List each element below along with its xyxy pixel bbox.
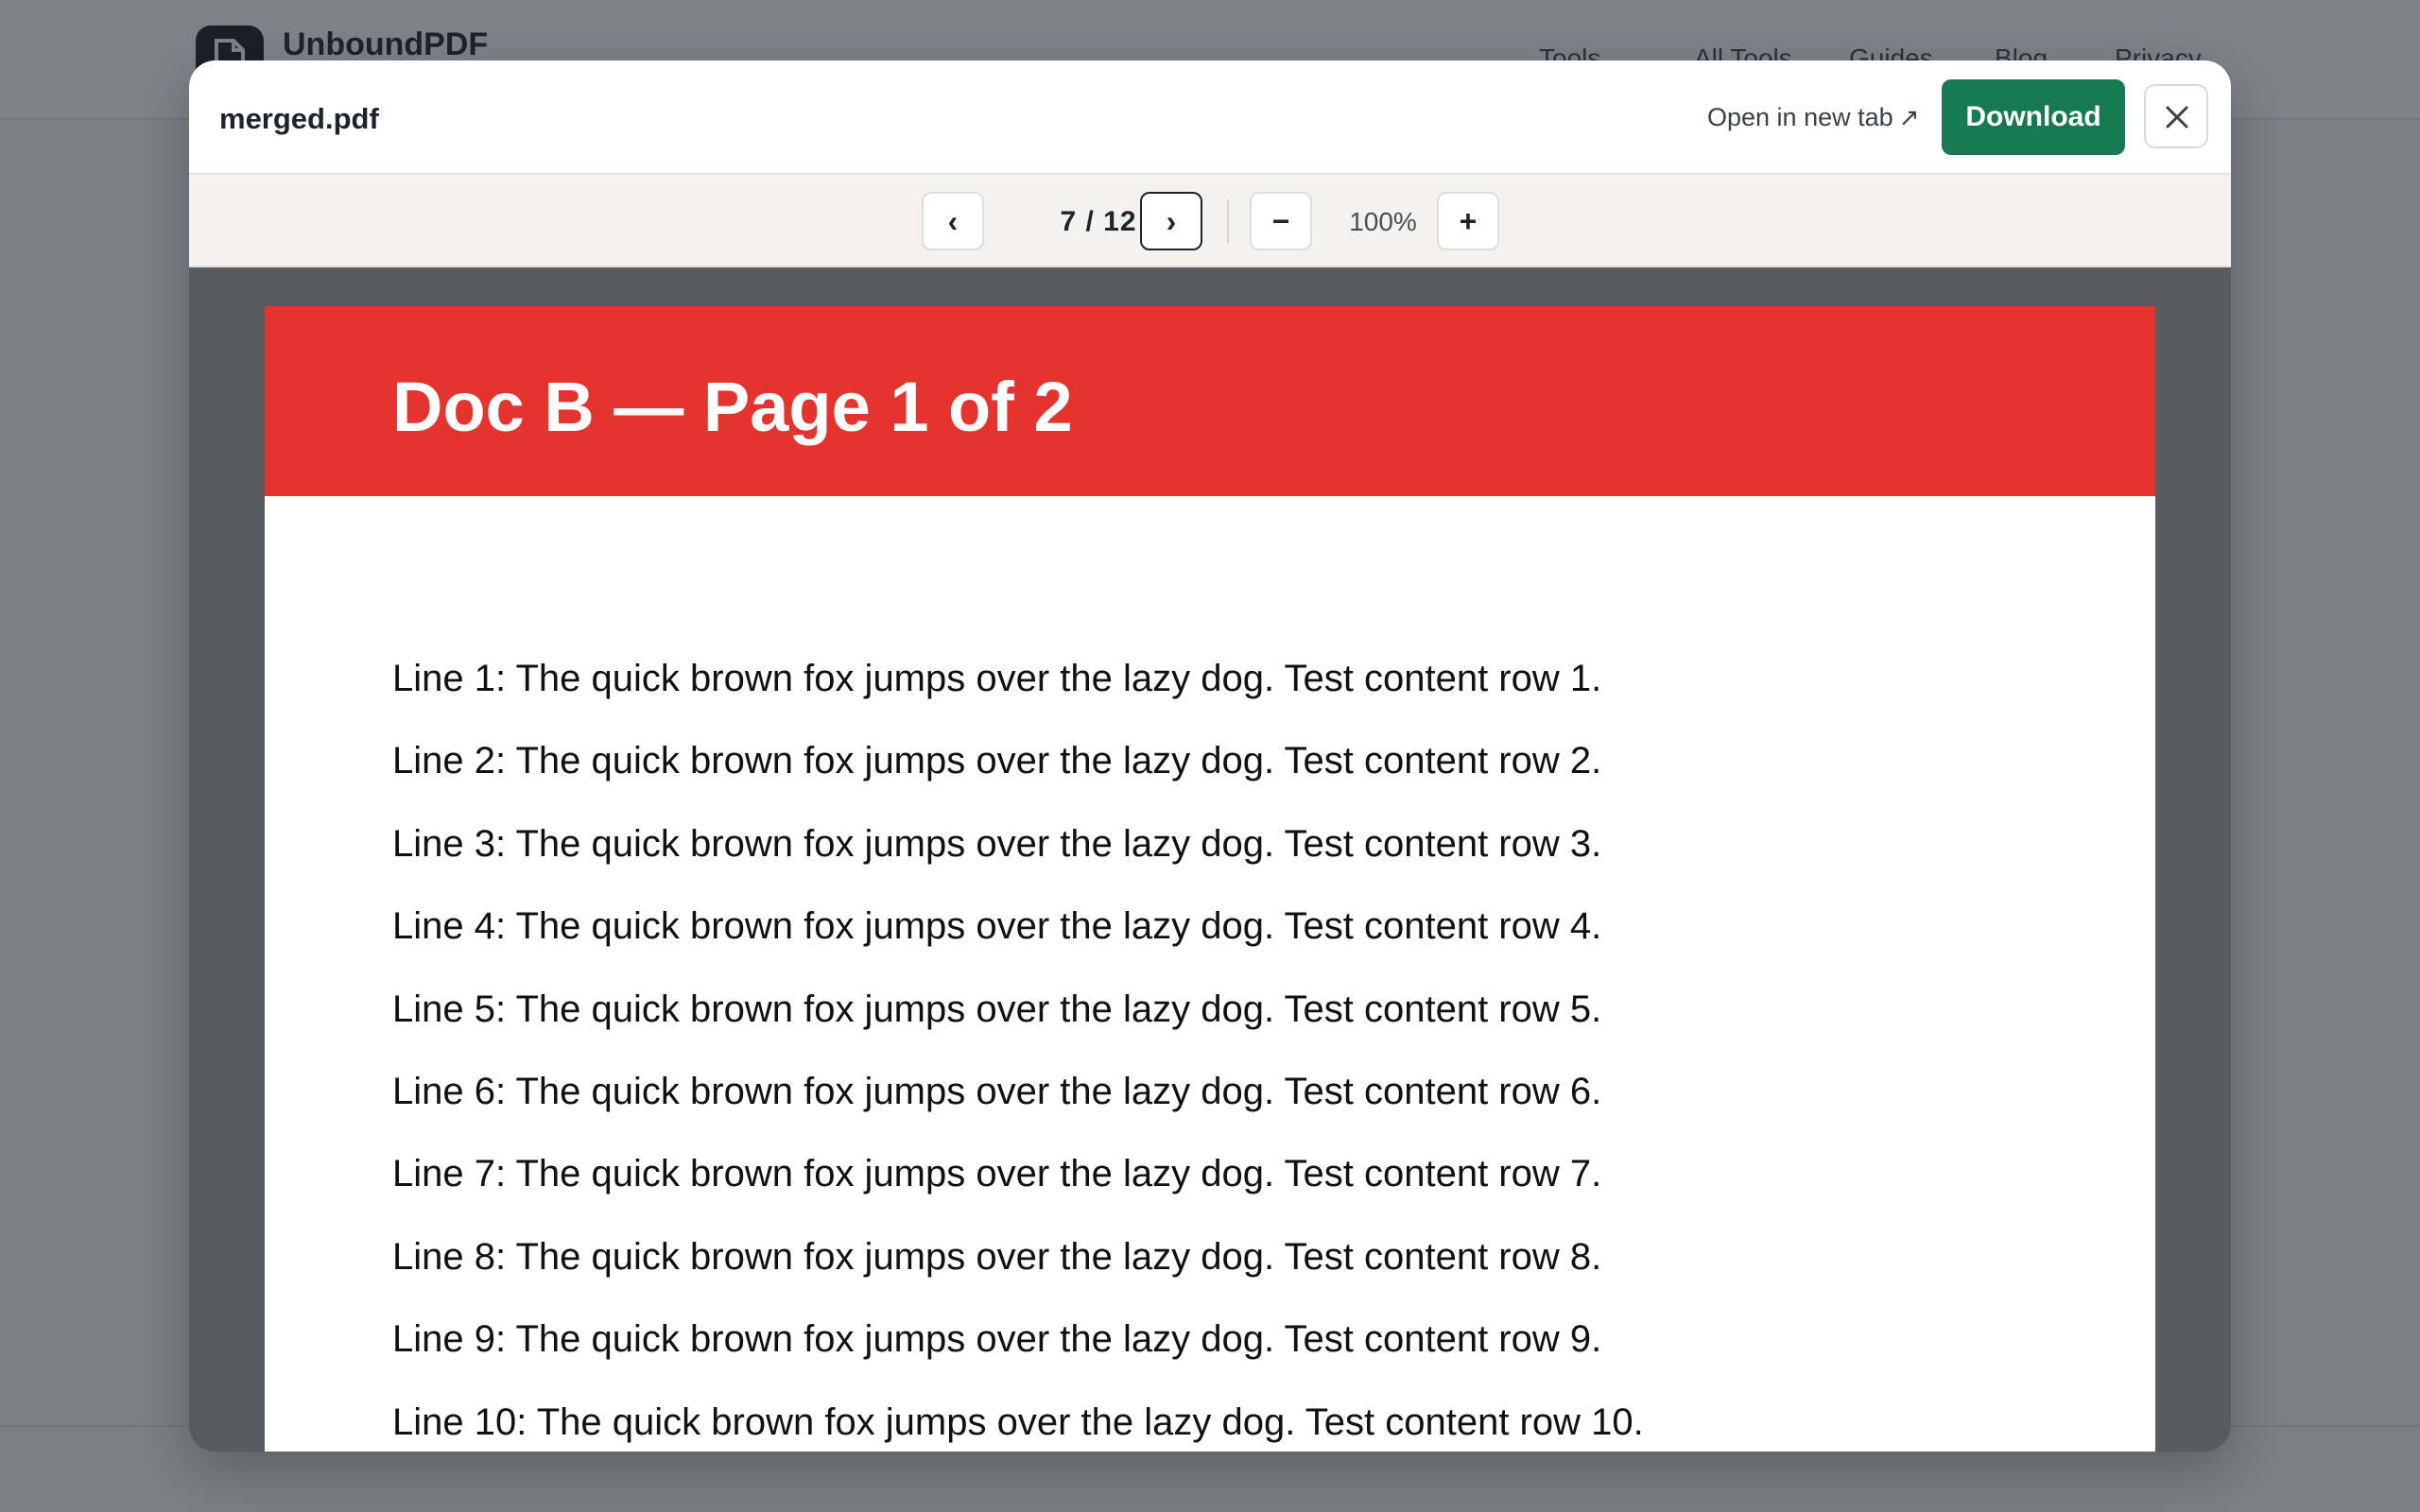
pdf-viewer-area[interactable]: Doc B — Page 1 of 2 Line 1: The quick br… (189, 267, 2231, 1452)
page-content: Line 1: The quick brown fox jumps over t… (392, 656, 1644, 1452)
content-line: Line 3: The quick brown fox jumps over t… (392, 822, 1602, 865)
content-line: Line 8: The quick brown fox jumps over t… (392, 1235, 1602, 1278)
next-page-button[interactable]: › (1140, 192, 1202, 250)
content-line: Line 2: The quick brown fox jumps over t… (392, 740, 1602, 782)
brand-name: UnboundPDF (283, 26, 489, 62)
content-line: Line 4: The quick brown fox jumps over t… (392, 905, 1602, 948)
previous-page-button[interactable]: ‹ (922, 192, 984, 250)
content-line: Line 7: The quick brown fox jumps over t… (392, 1153, 1602, 1195)
close-button[interactable] (2144, 84, 2208, 148)
zoom-in-button[interactable]: + (1437, 192, 1499, 250)
page-banner: Doc B — Page 1 of 2 (265, 306, 2155, 496)
toolbar-divider (1227, 199, 1229, 243)
content-line: Line 5: The quick brown fox jumps over t… (392, 988, 1602, 1030)
content-line: Line 10: The quick brown fox jumps over … (392, 1400, 1644, 1443)
modal-header: merged.pdf Open in new tab ↗ Download (189, 60, 2231, 175)
content-line: Line 6: The quick brown fox jumps over t… (392, 1070, 1602, 1112)
content-line: Line 1: The quick brown fox jumps over t… (392, 658, 1602, 699)
page-title: Doc B — Page 1 of 2 (392, 368, 1073, 446)
zoom-out-button[interactable]: − (1250, 192, 1312, 250)
zoom-level: 100% (1349, 207, 1417, 236)
file-name: merged.pdf (219, 102, 379, 135)
pdf-page: Doc B — Page 1 of 2 Line 1: The quick br… (265, 306, 2155, 1452)
pdf-preview-modal: merged.pdf Open in new tab ↗ Download ‹ … (189, 60, 2231, 1452)
download-button[interactable]: Download (1942, 79, 2125, 155)
external-link-icon: ↗ (1898, 103, 1920, 131)
content-line: Line 9: The quick brown fox jumps over t… (392, 1318, 1602, 1361)
open-in-new-tab-link[interactable]: Open in new tab ↗ (1707, 103, 1919, 132)
viewer-toolbar: ‹ 7 / 12 › − 100% + (189, 175, 2231, 267)
open-in-new-tab-label: Open in new tab (1707, 103, 1893, 131)
